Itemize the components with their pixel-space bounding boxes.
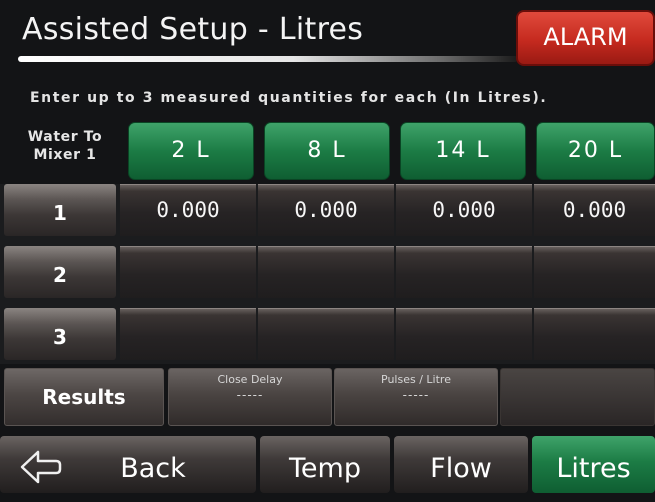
close-delay-display: Close Delay -----: [168, 368, 332, 426]
pulses-per-litre-label: Pulses / Litre: [381, 373, 451, 386]
results-button[interactable]: Results: [4, 368, 164, 426]
close-delay-label: Close Delay: [217, 373, 283, 386]
page-title: Assisted Setup - Litres: [22, 12, 364, 47]
cell-1-1[interactable]: 0.000: [120, 184, 256, 236]
pulses-per-litre-display: Pulses / Litre -----: [334, 368, 498, 426]
quantity-button-4[interactable]: 20 L: [536, 122, 655, 180]
cell-1-3[interactable]: 0.000: [396, 184, 532, 236]
instruction-text: Enter up to 3 measured quantities for ea…: [30, 90, 548, 106]
back-button[interactable]: Back: [0, 436, 256, 493]
row-button-3[interactable]: 3: [4, 308, 116, 360]
pulses-per-litre-value: -----: [402, 388, 430, 402]
quantity-button-1[interactable]: 2 L: [128, 122, 254, 180]
quantity-button-2[interactable]: 8 L: [264, 122, 390, 180]
row-header-label: Water To Mixer 1: [10, 124, 120, 182]
cell-2-1[interactable]: [120, 246, 256, 298]
cell-3-1[interactable]: [120, 308, 256, 360]
back-label: Back: [120, 453, 186, 484]
cell-2-4[interactable]: [534, 246, 655, 298]
results-empty-slot: [500, 368, 655, 426]
tab-temp[interactable]: Temp: [260, 436, 390, 493]
back-arrow-icon: [20, 450, 62, 484]
cell-1-4[interactable]: 0.000: [534, 184, 655, 236]
quantity-button-3[interactable]: 14 L: [400, 122, 526, 180]
close-delay-value: -----: [236, 388, 264, 402]
row-header-line2: Mixer 1: [33, 147, 97, 163]
tab-litres[interactable]: Litres: [532, 436, 655, 493]
tab-flow[interactable]: Flow: [394, 436, 528, 493]
row-header-line1: Water To: [27, 129, 103, 145]
title-underline: [18, 56, 518, 62]
cell-2-3[interactable]: [396, 246, 532, 298]
row-button-1[interactable]: 1: [4, 184, 116, 236]
cell-3-3[interactable]: [396, 308, 532, 360]
cell-1-2[interactable]: 0.000: [258, 184, 394, 236]
cell-3-4[interactable]: [534, 308, 655, 360]
row-button-2[interactable]: 2: [4, 246, 116, 298]
cell-2-2[interactable]: [258, 246, 394, 298]
alarm-button[interactable]: ALARM: [516, 10, 655, 66]
cell-3-2[interactable]: [258, 308, 394, 360]
